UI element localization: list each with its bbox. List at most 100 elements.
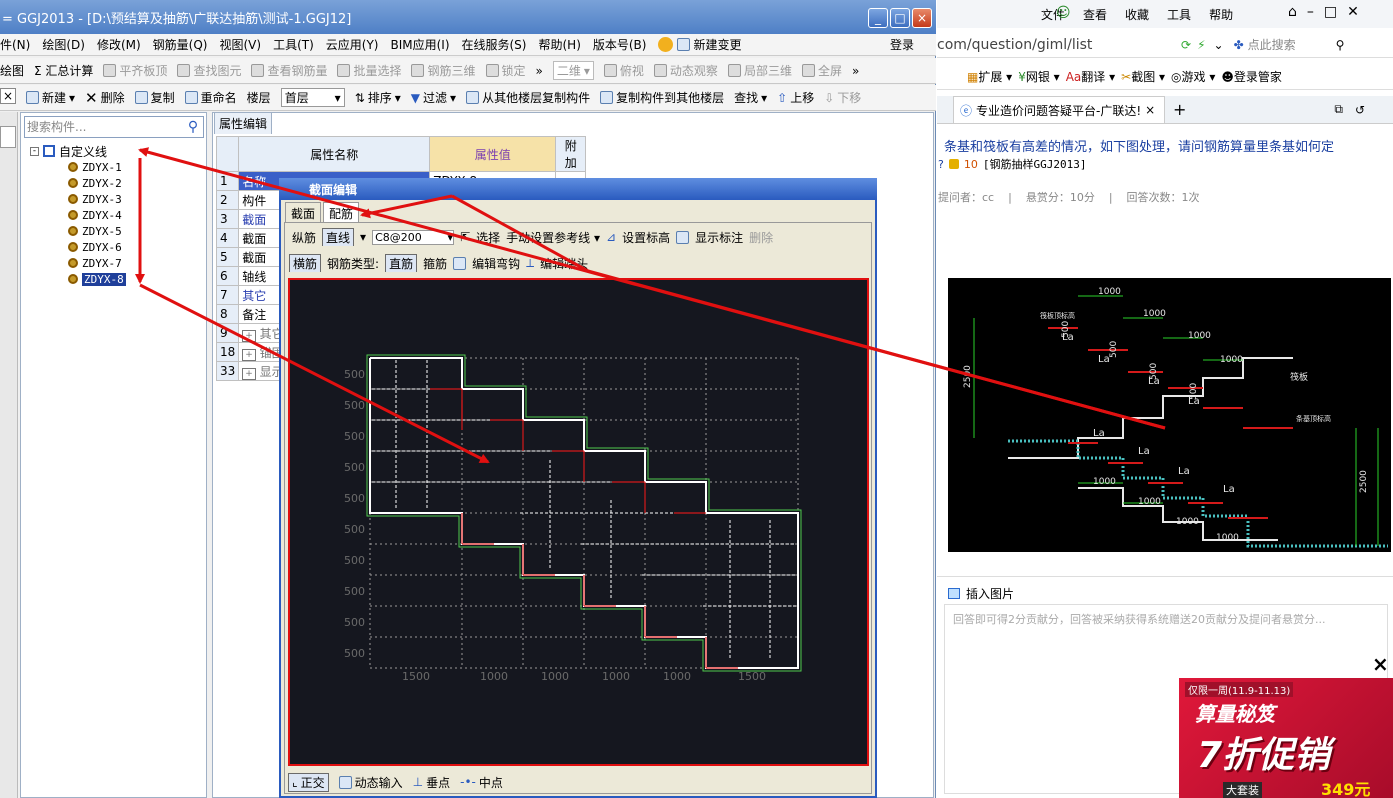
menu-view[interactable]: 查看 [1083,6,1107,23]
tree-item-selected[interactable]: ZDYX-8 [68,271,206,287]
promo-ad[interactable]: 仅限一周(11.9-11.13) 算量秘笈 7折促销 大套装 349元 [1179,678,1393,798]
show-label-button[interactable]: 显示标注 [695,229,743,246]
select-button[interactable]: 选择 [476,229,500,246]
category-link[interactable]: [钢筋抽样GGJ2013] [983,156,1087,172]
menu-favorites[interactable]: 收藏 [1125,6,1149,23]
menu-version[interactable]: 版本号(B) [593,36,647,53]
bookmark-games[interactable]: ◎游戏 ▾ [1171,68,1215,85]
dynamic-input-toggle[interactable]: 动态输入 [338,774,403,791]
tree-item[interactable]: ZDYX-3 [68,191,206,207]
floor-select[interactable]: 首层 ▾ [280,88,345,107]
menu-new-change[interactable]: 新建变更 [693,36,741,53]
tree-item[interactable]: ZDYX-2 [68,175,206,191]
url-input[interactable]: com/question/giml/list [937,37,1177,53]
new-tab-icon[interactable]: + [1173,100,1186,119]
toolbar-overflow-1[interactable]: » [536,64,543,78]
tab-property-edit[interactable]: 属性编辑 [214,112,273,134]
tab-list-icon[interactable]: ⧉ [1334,102,1343,117]
close-button[interactable]: × [912,8,932,28]
window-titlebar[interactable]: = GGJ2013 - [D:\预结算及抽筋\广联达抽筋\测试-1.GGJ12]… [0,0,936,34]
ref-line-button[interactable]: 手动设置参考线 ▾ [506,229,600,246]
section-canvas[interactable]: 500 500 500 500 500 500 500 500 500 500 … [288,278,869,766]
menu-rebar[interactable]: 钢筋量(Q) [153,36,208,53]
search-input[interactable]: 搜索构件... [24,116,204,138]
search-icon[interactable]: ⚲ [184,118,202,136]
paw-icon[interactable]: ✤ [1234,38,1244,52]
view-2d-select[interactable]: 二维 ▾ [552,61,594,80]
menu-bim[interactable]: BIM应用(I) [390,36,449,53]
edit-hook-button[interactable]: 编辑弯钩 [472,255,520,272]
browser-chevron-icon[interactable]: › [1042,6,1047,20]
menu-tools[interactable]: 工具 [1167,6,1191,23]
tree-item[interactable]: ZDYX-4 [68,207,206,223]
rebar-3d-button[interactable]: 钢筋三维 [411,62,476,79]
align-top-button[interactable]: 平齐板顶 [103,62,167,79]
set-height-button[interactable]: 设置标高 [622,229,670,246]
question-title[interactable]: 条基和筏板有高差的情况，如下图处理，请问钢筋算量里条基如何定 [944,136,1393,155]
insert-image-button[interactable]: 插入图片 [948,585,1014,602]
delete-rebar-button[interactable]: 删除 [749,229,773,246]
menu-help[interactable]: 帮助 [1209,6,1233,23]
new-button[interactable]: 新建 ▾ [26,89,75,106]
expand-icon[interactable]: + [242,367,256,380]
bookmark-login[interactable]: ☻登录管家 [1221,68,1282,85]
minimize-button[interactable]: _ [868,8,888,28]
chevron-down-icon[interactable]: ⌄ [1214,38,1224,52]
top-view-button[interactable]: 俯视 [603,62,644,79]
filter-button[interactable]: ▼ 过滤 ▾ [411,89,456,106]
tree-item[interactable]: ZDYX-6 [68,239,206,255]
menu-help[interactable]: 帮助(H) [538,36,580,53]
stirrup-button[interactable]: 箍筋 [423,255,447,272]
chevron-down-icon[interactable]: ▾ [360,230,366,244]
move-down-button[interactable]: ⇩ 下移 [824,89,861,106]
straight-bar-button[interactable]: 直筋 [385,254,418,272]
fullscreen-button[interactable]: 全屏 [801,62,842,79]
browser-tab-active[interactable]: ⓔ 专业造价问题答疑平台-广联达! × [953,96,1165,123]
minimize-icon[interactable]: – [1307,4,1314,20]
view-rebar-button[interactable]: 查看钢筋量 [251,62,327,79]
collapse-icon[interactable]: - [30,146,39,156]
maximize-button[interactable]: □ [890,8,910,28]
copy-from-floor-button[interactable]: 从其他楼层复制构件 [466,89,590,106]
menu-draw[interactable]: 绘图(D) [42,36,85,53]
delete-button[interactable]: ✕ 删除 [85,89,125,107]
left-edge-tab[interactable] [0,126,16,148]
rename-button[interactable]: 重命名 [184,89,237,106]
toolbar-overflow-2[interactable]: » [852,64,859,78]
copy-to-floor-button[interactable]: 复制构件到其他楼层 [600,89,724,106]
pin-icon[interactable]: ⌂ [1288,4,1297,20]
menu-file[interactable]: 件(N) [0,36,30,53]
bookmark-extensions[interactable]: ▦扩展 ▾ [967,68,1012,85]
copy-button[interactable]: 复制 [134,89,175,106]
partial-3d-button[interactable]: 局部三维 [727,62,792,79]
midpoint-toggle[interactable]: -•- 中点 [460,774,503,791]
menu-view[interactable]: 视图(V) [219,36,261,53]
close-icon[interactable]: ✕ [1347,4,1359,20]
browser-search-input[interactable]: 点此搜索 [1248,36,1328,53]
menu-modify[interactable]: 修改(M) [97,36,141,53]
batch-select-button[interactable]: 批量选择 [337,62,401,79]
panel-close-icon[interactable]: × [0,88,16,104]
login-link[interactable]: 登录 [890,36,914,53]
tree-item[interactable]: ZDYX-7 [68,255,206,271]
tree-item[interactable]: ZDYX-1 [68,159,206,175]
horizontal-bar-button[interactable]: 横筋 [289,254,322,272]
bookmark-screenshot[interactable]: ✂截图 ▾ [1121,68,1165,85]
orbit-button[interactable]: 动态观察 [653,62,718,79]
ortho-toggle[interactable]: ⌞ 正交 [288,772,329,792]
tab-close-icon[interactable]: × [1145,103,1155,117]
move-up-button[interactable]: ⇧ 上移 [777,89,814,106]
undo-close-icon[interactable]: ↺ [1355,103,1365,117]
find-button[interactable]: 查找 ▾ [734,89,767,106]
draw-button[interactable]: 绘图 [0,62,24,79]
menu-cloud[interactable]: 云应用(Y) [326,36,379,53]
bookmark-translate[interactable]: Aa翻译 ▾ [1066,68,1115,85]
dialog-titlebar[interactable]: 截面编辑 [279,178,877,200]
bar-spec-input[interactable]: C8@200 ▾ [372,229,455,245]
sort-button[interactable]: ⇅ 排序 ▾ [355,89,401,106]
find-element-button[interactable]: 查找图元 [177,62,241,79]
lock-button[interactable]: 锁定 [485,62,526,79]
user-icon[interactable]: ☺ [1056,5,1071,21]
question-image[interactable]: 1000 1000 1000 1000 1000 1000 1000 1000 … [948,278,1391,552]
refresh-icon[interactable]: ⟳ [1181,38,1191,52]
